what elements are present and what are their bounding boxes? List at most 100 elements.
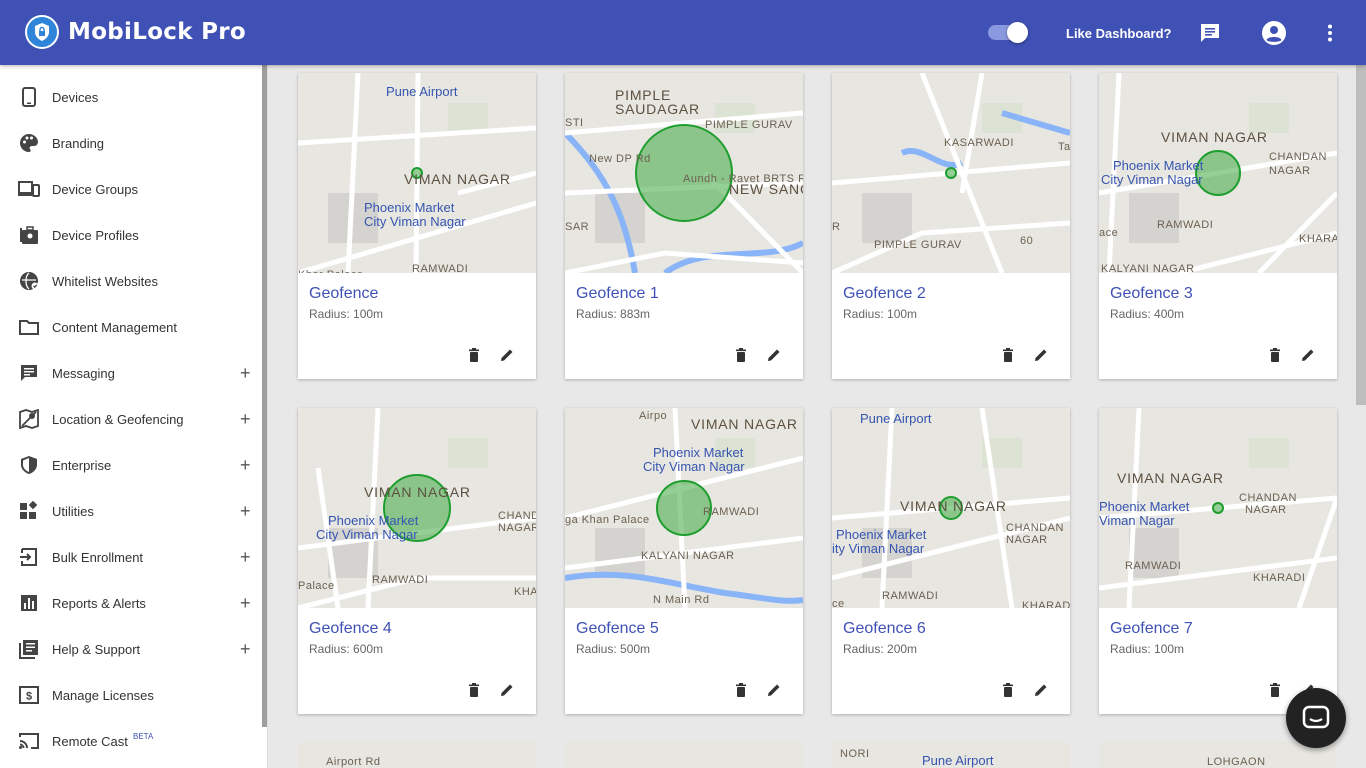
sidebar-item-device-groups[interactable]: Device Groups (0, 166, 262, 212)
geofence-map[interactable]: Pune Airport VIMAN NAGAR Phoenix Market ity… (832, 408, 1070, 608)
map-label: KALYANI NAGAR (641, 550, 735, 562)
map-label: NAGAR (1245, 504, 1287, 516)
map-label: Phoenix Market (653, 445, 744, 460)
geofence-map[interactable]: VIMAN NAGAR Phoenix Market City Viman Naga… (565, 408, 803, 608)
more-vert-icon[interactable] (1317, 20, 1343, 46)
sidebar-item-label: Messaging (52, 365, 115, 381)
delete-icon[interactable] (733, 682, 749, 698)
geofence-title[interactable]: Geofence 6 (843, 620, 926, 638)
map-label: Pune Airport (860, 411, 932, 426)
cast-icon (18, 730, 40, 752)
geofence-radius: Radius: 883m (576, 307, 651, 321)
map-label: CHAND (498, 510, 536, 522)
expand-plus-icon[interactable]: + (240, 409, 251, 430)
map-label: VIMAN NAGAR (404, 171, 511, 187)
feedback-icon[interactable] (1197, 20, 1223, 46)
dashboard-toggle[interactable] (988, 22, 1028, 43)
sidebar-item-reports-alerts[interactable]: Reports & Alerts + (0, 580, 262, 626)
edit-icon[interactable] (1300, 347, 1316, 363)
sidebar-item-location-geofencing[interactable]: Location & Geofencing + (0, 396, 262, 442)
map-label: Phoenix Market (1113, 158, 1204, 173)
geofence-card[interactable]: KASARWADI PIMPLE GURAV Ta 60 R Geofence 2 Radi… (832, 73, 1070, 379)
geofence-title[interactable]: Geofence (309, 285, 378, 303)
map-label: PIMPLE GURAV (705, 119, 793, 131)
sidebar-item-remote-cast[interactable]: Remote Cast BETA (0, 718, 262, 764)
sidebar-item-device-profiles[interactable]: Device Profiles (0, 212, 262, 258)
delete-icon[interactable] (1267, 682, 1283, 698)
devices-icon (18, 178, 40, 200)
geofence-card[interactable]: VIMAN NAGAR Phoenix Market Viman Nagar CHAN… (1099, 408, 1337, 714)
sidebar-item-enterprise[interactable]: Enterprise + (0, 442, 262, 488)
map-label: LOHGAON (1207, 756, 1266, 768)
expand-plus-icon[interactable]: + (240, 501, 251, 522)
geofence-map[interactable]: PIMPLESAUDAGARPIMPLE GURAVNEW SANGSTISAR… (565, 73, 803, 273)
geofence-title[interactable]: Geofence 5 (576, 620, 659, 638)
app-logo-icon (25, 15, 59, 49)
edit-icon[interactable] (499, 682, 515, 698)
geofence-card[interactable]: VIMAN NAGAR Phoenix Market City Viman Naga… (298, 408, 536, 714)
main-scrollbar[interactable] (1356, 65, 1366, 405)
expand-plus-icon[interactable]: + (240, 547, 251, 568)
geofence-radius: Radius: 500m (576, 642, 651, 656)
geofence-map[interactable]: KASARWADI PIMPLE GURAV Ta 60 R (832, 73, 1070, 273)
beta-badge: BETA (133, 732, 154, 741)
map-label: RAMWADI (882, 590, 939, 602)
chat-launcher-button[interactable] (1286, 688, 1346, 748)
geofence-title[interactable]: Geofence 3 (1110, 285, 1193, 303)
edit-icon[interactable] (766, 682, 782, 698)
map-label: CHANDAN (1239, 492, 1297, 504)
sidebar-item-messaging[interactable]: Messaging + (0, 350, 262, 396)
edit-icon[interactable] (499, 347, 515, 363)
map-label: NAGAR (1269, 165, 1311, 177)
delete-icon[interactable] (466, 682, 482, 698)
sidebar-item-whitelist-websites[interactable]: Whitelist Websites (0, 258, 262, 304)
geofence-grid: Pune Airport VIMAN NAGAR Phoenix Market Cit… (268, 65, 1366, 768)
expand-plus-icon[interactable]: + (240, 639, 251, 660)
sidebar-item-branding[interactable]: Branding (0, 120, 262, 166)
license-icon: $ (18, 684, 40, 706)
edit-icon[interactable] (1033, 682, 1049, 698)
map-label: RAMWADI (1157, 219, 1214, 231)
sidebar-item-bulk-enrollment[interactable]: Bulk Enrollment + (0, 534, 262, 580)
sidebar-item-content-management[interactable]: Content Management (0, 304, 262, 350)
geofence-map[interactable]: VIMAN NAGAR Phoenix Market Viman Nagar CHAN… (1099, 408, 1337, 608)
account-icon[interactable] (1261, 20, 1287, 46)
geofence-card[interactable]: Pune Airport VIMAN NAGAR Phoenix Market Cit… (298, 73, 536, 379)
geofence-card[interactable]: Pune Airport VIMAN NAGAR Phoenix Market ity… (832, 408, 1070, 714)
expand-plus-icon[interactable]: + (240, 363, 251, 384)
geofence-map[interactable]: VIMAN NAGAR Phoenix Market City Viman Naga… (298, 408, 536, 608)
sidebar: Devices Branding Device Groups Device Profi… (0, 65, 268, 768)
like-dashboard-link[interactable]: Like Dashboard? (1066, 26, 1171, 41)
geofence-card[interactable]: PIMPLESAUDAGARPIMPLE GURAVNEW SANGSTISAR… (565, 73, 803, 379)
map-label: City Viman Nagar (364, 214, 466, 229)
edit-icon[interactable] (766, 347, 782, 363)
map-label: Phoenix Market (364, 200, 455, 215)
sidebar-item-manage-licenses[interactable]: $ Manage Licenses (0, 672, 262, 718)
expand-plus-icon[interactable]: + (240, 455, 251, 476)
geofence-title[interactable]: Geofence 7 (1110, 620, 1193, 638)
sidebar-item-utilities[interactable]: Utilities + (0, 488, 262, 534)
delete-icon[interactable] (1000, 682, 1016, 698)
geofence-title[interactable]: Geofence 2 (843, 285, 926, 303)
map-label: N Main Rd (653, 594, 710, 606)
partial-card: Airport Rd (298, 742, 536, 768)
map-label: PIMPLE GURAV (874, 239, 962, 251)
geofence-title[interactable]: Geofence 1 (576, 285, 659, 303)
sidebar-item-help-support[interactable]: Help & Support + (0, 626, 262, 672)
geofence-card[interactable]: VIMAN NAGAR Phoenix Market City Viman Naga… (1099, 73, 1337, 379)
edit-icon[interactable] (1033, 347, 1049, 363)
geofence-map[interactable]: VIMAN NAGAR Phoenix Market City Viman Naga… (1099, 73, 1337, 273)
geofence-map[interactable]: Pune Airport VIMAN NAGAR Phoenix Market Cit… (298, 73, 536, 273)
delete-icon[interactable] (466, 347, 482, 363)
geofence-card[interactable]: VIMAN NAGAR Phoenix Market City Viman Naga… (565, 408, 803, 714)
map-label: RAMWADI (412, 263, 469, 273)
delete-icon[interactable] (1000, 347, 1016, 363)
geofence-title[interactable]: Geofence 4 (309, 620, 392, 638)
folder-icon (18, 316, 40, 338)
geofence-radius: Radius: 100m (309, 307, 384, 321)
partial-card: LOHGAON (1099, 742, 1337, 768)
sidebar-item-devices[interactable]: Devices (0, 74, 262, 120)
expand-plus-icon[interactable]: + (240, 593, 251, 614)
delete-icon[interactable] (733, 347, 749, 363)
delete-icon[interactable] (1267, 347, 1283, 363)
